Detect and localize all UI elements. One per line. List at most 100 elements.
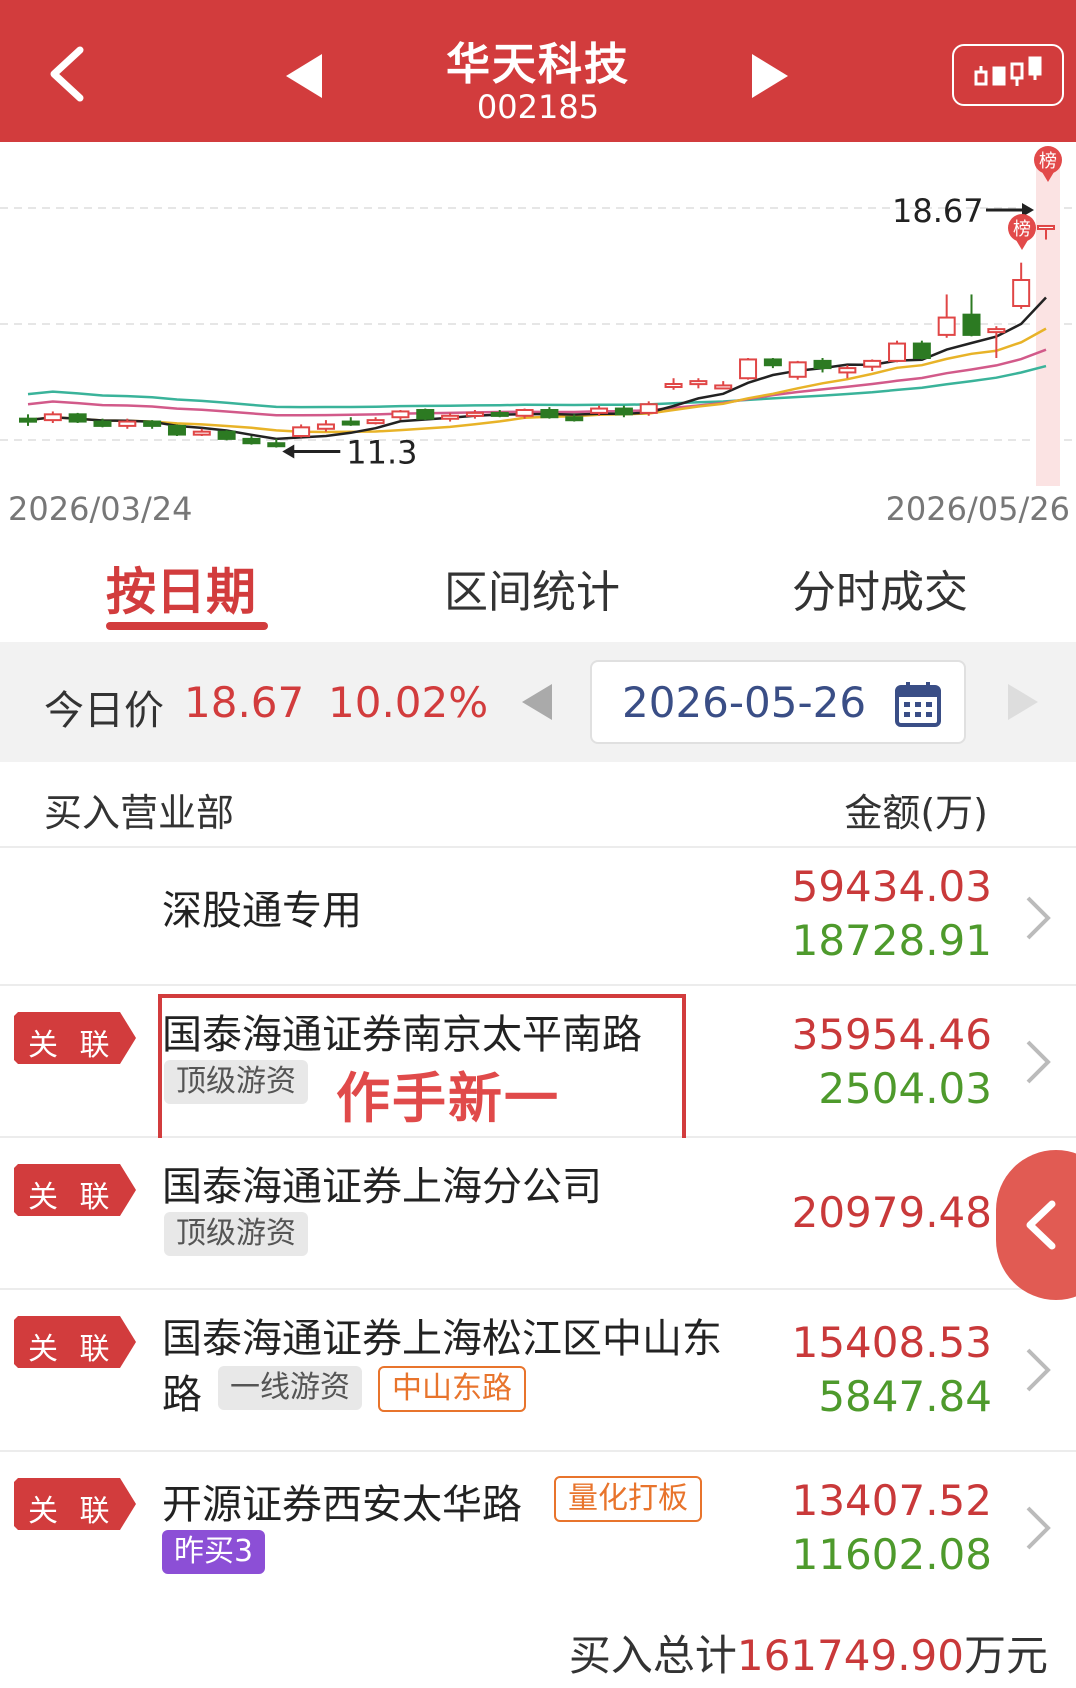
candle-body (838, 367, 857, 374)
candle-body (490, 411, 509, 417)
link-tag[interactable]: 关 联 (14, 1316, 136, 1368)
today-change-pct: 10.02% (328, 678, 489, 727)
buy-total-label: 买入总计 (568, 1631, 737, 1680)
candle-body (515, 409, 534, 417)
sell-amount: 18728.91 (791, 916, 992, 965)
candle-body (614, 407, 633, 416)
candle-body (366, 419, 385, 425)
candle-body (316, 423, 335, 430)
trader-type-tag: 顶级游资 (164, 1212, 308, 1256)
candle-body (143, 420, 162, 427)
tab-bar: 按日期 区间统计 分时成交 (0, 530, 1076, 642)
header-amount: 金额(万) (844, 791, 988, 835)
badge-pointer (1016, 240, 1028, 250)
candle-body (565, 416, 584, 422)
link-tag[interactable]: 关 联 (14, 1478, 136, 1530)
candle-body (590, 407, 609, 414)
yesterday-buy-tag: 昨买3 (162, 1530, 266, 1574)
candle-body (540, 409, 559, 419)
candle-body (93, 420, 112, 427)
link-tag[interactable]: 关 联 (14, 1164, 136, 1216)
chevron-right-icon (1026, 896, 1051, 940)
annotation-text: 作手新一 (336, 1067, 560, 1130)
candle-body (416, 409, 435, 420)
chevron-left-icon (1026, 1200, 1056, 1250)
calendar-icon (894, 680, 942, 732)
candle-body (217, 430, 236, 440)
candle-body (68, 413, 87, 423)
today-price-label: 今日价 (44, 688, 164, 734)
candle-body (43, 413, 62, 422)
trader-style-tag: 量化打板 (554, 1476, 702, 1522)
tab-intraday-trades[interactable]: 分时成交 (792, 556, 968, 620)
chevron-right-icon (1026, 1348, 1051, 1392)
sell-amount: 5847.84 (818, 1372, 992, 1421)
sell-amount: 11602.08 (791, 1530, 992, 1579)
chevron-right-icon (1026, 1506, 1051, 1550)
rank-badge-prev: 榜 (1008, 214, 1036, 250)
header-buy-branch: 买入营业部 (44, 791, 235, 835)
candle-body (763, 358, 782, 367)
next-stock-button[interactable] (748, 52, 792, 104)
prev-date-button[interactable] (520, 682, 554, 726)
price-date-bar: 今日价 18.67 10.02% 2026-05-26 (0, 642, 1076, 762)
candle-body (689, 380, 708, 386)
candle-body (267, 442, 286, 448)
link-tag-label: 关 联 (28, 1028, 116, 1063)
chevron-right-icon (1026, 1040, 1051, 1084)
link-tag-label: 关 联 (28, 1494, 116, 1529)
candle-body (912, 342, 931, 360)
table-row[interactable]: 关 联 国泰海通证券上海松江区中山东 路 一线游资 中山东路 15408.53 … (0, 1290, 1076, 1452)
candle-body (118, 420, 137, 427)
candle-body (664, 383, 683, 388)
candle-body (441, 414, 460, 420)
candle-body (937, 316, 956, 336)
today-price-value: 18.67 (184, 678, 305, 727)
tab-range-stats[interactable]: 区间统计 (444, 556, 620, 620)
link-tag-label: 关 联 (28, 1332, 116, 1367)
candle-body (888, 342, 907, 362)
triangle-right-icon (1008, 684, 1038, 720)
today-highlight-band (1036, 162, 1060, 486)
kline-toggle-button[interactable] (952, 44, 1064, 106)
candle-body (341, 420, 360, 426)
trader-type-tag: 一线游资 (218, 1366, 362, 1410)
stock-code: 002185 (476, 88, 600, 126)
active-tab-underline (106, 622, 268, 630)
badge-label: 榜 (1039, 151, 1057, 172)
table-row[interactable]: 关 联 开源证券西安太华路 量化打板 昨买3 13407.52 11602.08 (0, 1452, 1076, 1604)
branch-name: 开源证券西安太华路 (162, 1482, 522, 1528)
candle-body (391, 410, 410, 419)
candle-body (788, 361, 807, 378)
branch-name-line2: 路 (162, 1372, 202, 1418)
candle-body (1037, 224, 1055, 230)
branch-name-line1: 国泰海通证券上海松江区中山东 (162, 1316, 722, 1362)
buy-total-bar: 买入总计161749.90万元 (0, 1602, 1076, 1688)
kline-chart[interactable]: 榜榜 2026/03/24 2026/05/26 18.67 11.3 (0, 142, 1076, 530)
buy-total-value: 161749.90 (736, 1631, 964, 1680)
buy-amount: 20979.48 (791, 1188, 992, 1237)
x-end-label: 2026/05/26 (886, 490, 1070, 528)
candle-body (739, 358, 758, 380)
candle-body (167, 424, 186, 436)
buy-total-unit: 万元 (963, 1631, 1048, 1680)
top-nav-bar: 华天科技 002185 (0, 0, 1076, 142)
candle-body (292, 426, 311, 438)
triangle-left-icon (522, 684, 552, 720)
selected-date: 2026-05-26 (622, 678, 867, 727)
candle-body (1012, 279, 1031, 307)
date-picker[interactable]: 2026-05-26 (590, 660, 966, 744)
table-row[interactable]: 关 联 国泰海通证券上海分公司 顶级游资 20979.48 (0, 1138, 1076, 1290)
tab-by-date[interactable]: 按日期 (106, 552, 256, 624)
buy-amount: 35954.46 (791, 1010, 992, 1059)
link-tag-label: 关 联 (28, 1180, 116, 1215)
next-date-button[interactable] (1006, 682, 1040, 726)
ma60-line (27, 364, 1047, 409)
trader-alias-tag: 中山东路 (378, 1366, 526, 1412)
link-tag[interactable]: 关 联 (14, 1012, 136, 1064)
candle-body (962, 313, 981, 336)
buy-amount: 59434.03 (791, 862, 992, 911)
candle-body (242, 437, 261, 445)
kline-icon (974, 56, 1042, 86)
table-row[interactable]: 深股通专用 59434.03 18728.91 (0, 848, 1076, 986)
